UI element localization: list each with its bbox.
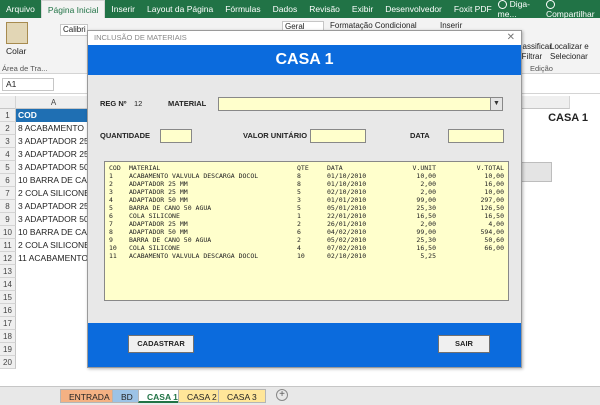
- grid-cell[interactable]: 3 ADAPTADOR 25: [18, 200, 89, 213]
- row-header[interactable]: 20: [0, 356, 16, 369]
- tab-layout[interactable]: Layout da Página: [141, 0, 219, 18]
- find-select-button[interactable]: Localizar e Selecionar: [550, 42, 589, 62]
- paste-icon[interactable]: [6, 22, 28, 44]
- valor-unitario-input[interactable]: [310, 129, 366, 143]
- row-header[interactable]: 18: [0, 330, 16, 343]
- list-header-data: DATA: [327, 164, 343, 172]
- list-item[interactable]: 4 ADAPTADOR 50 MM 3 01/01/2010 99,00 297,00: [105, 196, 508, 204]
- list-item[interactable]: 8 ADAPTADOR 50 MM 6 04/02/2010 99,00 594,00: [105, 228, 508, 236]
- materials-listbox[interactable]: COD MATERIAL QTE DATA V.UNIT V.TOTAL 1 AC…: [104, 161, 509, 301]
- list-item[interactable]: 9 BARRA DE CANO 50 AGUA 2 05/02/2010 25,30 50…: [105, 236, 508, 244]
- editing-group-label: Edição: [530, 64, 553, 73]
- inclusao-materiais-dialog: INCLUSÃO DE MATERIAIS ✕ CASA 1 REG Nº 12…: [87, 30, 522, 368]
- row-header[interactable]: 16: [0, 304, 16, 317]
- quantidade-label: QUANTIDADE: [100, 131, 150, 140]
- person-icon: [545, 0, 555, 10]
- conditional-format-button[interactable]: Formatação Condicional: [330, 21, 417, 30]
- tab-foxit-pdf[interactable]: Foxit PDF: [448, 0, 498, 18]
- tab-pagina-inicial[interactable]: Página Inicial: [40, 0, 106, 18]
- material-label: MATERIAL: [168, 99, 207, 108]
- row-header[interactable]: 19: [0, 343, 16, 356]
- list-header-material: MATERIAL: [129, 164, 161, 172]
- row-header[interactable]: 8: [0, 200, 16, 213]
- row-header[interactable]: 7: [0, 187, 16, 200]
- row-header[interactable]: 6: [0, 174, 16, 187]
- sair-button[interactable]: SAIR: [438, 335, 490, 353]
- list-header-vunit: V.UNIT: [412, 164, 436, 172]
- chevron-down-icon[interactable]: ▼: [490, 98, 502, 110]
- material-combo[interactable]: ▼: [218, 97, 503, 111]
- tab-dados[interactable]: Dados: [267, 0, 304, 18]
- list-item[interactable]: 1 ACABAMENTO VALVULA DESCARGA DOCOL 8 01/10…: [105, 172, 508, 180]
- valor-unitario-label: VALOR UNITÁRIO: [243, 131, 308, 140]
- list-item[interactable]: 7 ADAPTADOR 25 MM 2 26/01/2010 2,00 4,00: [105, 220, 508, 228]
- col-header-a[interactable]: A: [16, 96, 92, 109]
- list-item[interactable]: 11 ACABAMENTO VALVULA DESCARGA DOCOL 10 02/…: [105, 252, 508, 260]
- select-all-corner[interactable]: [0, 96, 16, 109]
- sheet-tab-bar: ENTRADA BD CASA 1 CASA 2 CASA 3 +: [0, 386, 600, 405]
- list-item[interactable]: 6 COLA SILICONE 1 22/01/2010 16,50 16,50: [105, 212, 508, 220]
- tab-inserir[interactable]: Inserir: [105, 0, 141, 18]
- name-box[interactable]: A1: [2, 78, 54, 91]
- lightbulb-icon: [497, 0, 507, 10]
- row-header[interactable]: 13: [0, 265, 16, 278]
- data-label: DATA: [410, 131, 430, 140]
- row-header[interactable]: 3: [0, 135, 16, 148]
- row-header[interactable]: 11: [0, 239, 16, 252]
- sheet-tab-entrada[interactable]: ENTRADA: [60, 389, 119, 403]
- row-header[interactable]: 17: [0, 317, 16, 330]
- share-button[interactable]: Compartilhar: [545, 0, 596, 19]
- grid-cell[interactable]: 3 ADAPTADOR 50: [18, 161, 89, 174]
- sheet-tab-casa-3[interactable]: CASA 3: [218, 389, 266, 403]
- font-name-select[interactable]: Calibri: [60, 24, 88, 36]
- tab-exibir[interactable]: Exibir: [346, 0, 379, 18]
- grid-cell[interactable]: 11 ACABAMENTO: [18, 252, 88, 265]
- cod-header-cell[interactable]: COD: [16, 109, 92, 122]
- sheet-title-cell[interactable]: CASA 1: [548, 112, 588, 124]
- list-item[interactable]: 5 BARRA DE CANO 50 AGUA 5 05/01/2010 25,30 12…: [105, 204, 508, 212]
- row-header[interactable]: 4: [0, 148, 16, 161]
- reg-label: REG Nº: [100, 99, 127, 108]
- grid-cell[interactable]: 8 ACABAMENTO: [18, 122, 84, 135]
- tab-formulas[interactable]: Fórmulas: [219, 0, 266, 18]
- grid-cell[interactable]: 3 ADAPTADOR 25: [18, 148, 89, 161]
- paste-button-label[interactable]: Colar: [6, 46, 26, 56]
- data-input[interactable]: [448, 129, 504, 143]
- dialog-footer: CADASTRAR SAIR: [88, 323, 521, 367]
- grid-cell[interactable]: 2 COLA SILICONE: [18, 187, 90, 200]
- row-header[interactable]: 12: [0, 252, 16, 265]
- list-item[interactable]: 2 ADAPTADOR 25 MM 8 01/10/2010 2,00 16,00: [105, 180, 508, 188]
- reg-value: 12: [134, 99, 143, 108]
- dialog-banner: CASA 1: [88, 45, 521, 75]
- grid-cell[interactable]: 2 COLA SILICONE: [18, 239, 90, 252]
- list-header-cod: COD: [109, 164, 121, 172]
- list-item[interactable]: 3 ADAPTADOR 25 MM 5 02/10/2010 2,00 10,00: [105, 188, 508, 196]
- row-header[interactable]: 9: [0, 213, 16, 226]
- grid-cell[interactable]: 3 ADAPTADOR 50: [18, 213, 89, 226]
- quantidade-input[interactable]: [160, 129, 192, 143]
- dialog-title: INCLUSÃO DE MATERIAIS: [88, 31, 521, 45]
- tab-arquivo[interactable]: Arquivo: [0, 0, 41, 18]
- grid-cell[interactable]: 3 ADAPTADOR 25: [18, 135, 89, 148]
- tab-desenvolvedor[interactable]: Desenvolvedor: [379, 0, 448, 18]
- row-header[interactable]: 14: [0, 278, 16, 291]
- row-header[interactable]: 1: [0, 109, 16, 122]
- add-sheet-icon[interactable]: +: [276, 389, 288, 401]
- list-header-qte: QTE: [297, 164, 309, 172]
- row-header[interactable]: 10: [0, 226, 16, 239]
- clipboard-group-label: Área de Tra...: [2, 64, 48, 73]
- row-header[interactable]: 2: [0, 122, 16, 135]
- list-item[interactable]: 10 COLA SILICONE 4 07/02/2010 16,50 66,00: [105, 244, 508, 252]
- close-icon[interactable]: ✕: [507, 31, 515, 45]
- cadastrar-button[interactable]: CADASTRAR: [128, 335, 194, 353]
- tab-revisao[interactable]: Revisão: [303, 0, 346, 18]
- ribbon-tab-bar: Arquivo Página Inicial Inserir Layout da…: [0, 0, 600, 19]
- row-header[interactable]: 5: [0, 161, 16, 174]
- list-header-vtotal: V.TOTAL: [476, 164, 504, 172]
- tell-me-box[interactable]: Diga-me...: [497, 0, 540, 19]
- insert-cells-button[interactable]: Inserir: [440, 21, 462, 30]
- list-header-row: COD MATERIAL QTE DATA V.UNIT V.TOTAL: [105, 164, 508, 172]
- row-header[interactable]: 15: [0, 291, 16, 304]
